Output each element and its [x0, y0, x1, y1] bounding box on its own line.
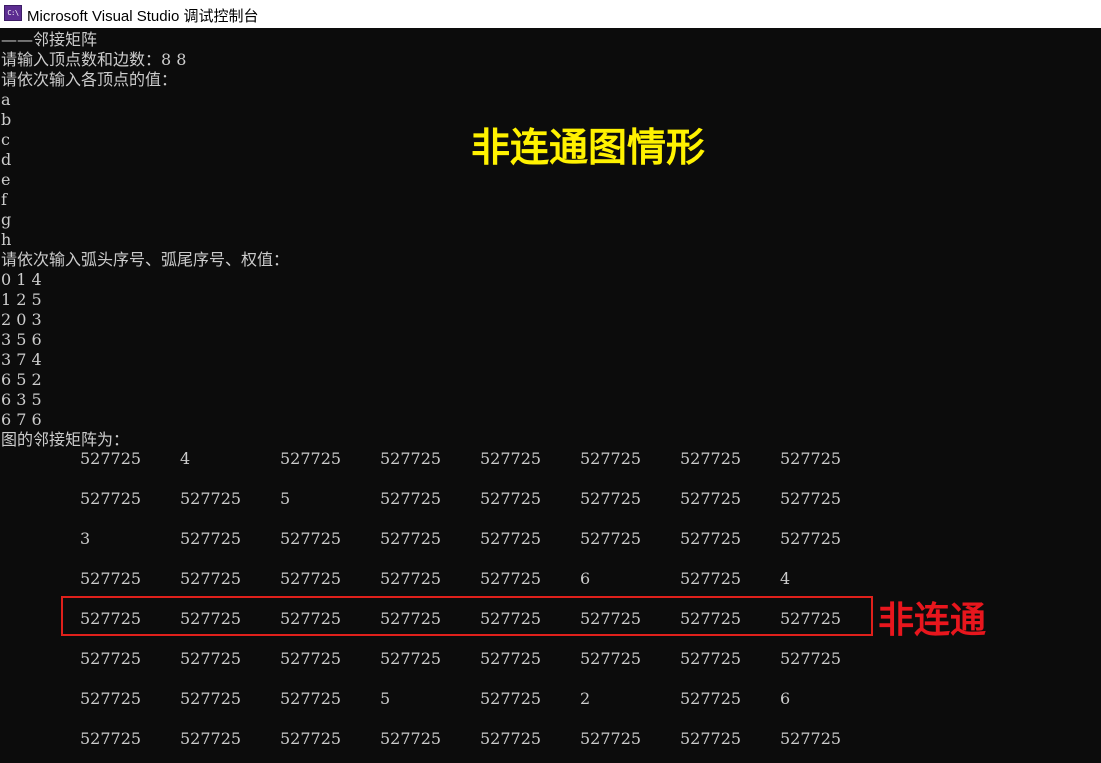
console-line: g	[1, 210, 12, 229]
matrix-cell: 6	[580, 569, 591, 588]
matrix-cell: 527725	[80, 609, 142, 628]
matrix-cell: 527725	[480, 649, 542, 668]
matrix-cell: 527725	[780, 729, 842, 748]
console-line: 请依次输入各顶点的值：	[1, 70, 178, 89]
matrix-cell: 527725	[180, 609, 242, 628]
matrix-cell: 527725	[280, 569, 342, 588]
matrix-cell: 527725	[80, 689, 142, 708]
title-bar: C:\ Microsoft Visual Studio 调试控制台	[0, 0, 1101, 28]
console-line: 3 7 4	[1, 350, 42, 369]
matrix-cell: 527725	[180, 689, 242, 708]
matrix-cell: 527725	[380, 489, 442, 508]
matrix-cell: 527725	[380, 569, 442, 588]
console-line: e	[1, 170, 11, 189]
matrix-cell: 527725	[180, 649, 242, 668]
annotation-heading: 非连通图情形	[471, 126, 706, 171]
console-line: 3 5 6	[1, 330, 42, 349]
matrix-cell: 527725	[480, 489, 542, 508]
matrix-cell: 527725	[180, 529, 242, 548]
matrix-cell: 527725	[180, 729, 242, 748]
matrix-cell: 527725	[280, 689, 342, 708]
console-line: 0 1 4	[1, 270, 42, 289]
matrix-cell: 4	[180, 449, 191, 468]
matrix-cell: 527725	[680, 529, 742, 548]
matrix-cell: 527725	[480, 609, 542, 628]
matrix-cell: 527725	[580, 529, 642, 548]
matrix-cell: 527725	[580, 489, 642, 508]
matrix-cell: 527725	[280, 649, 342, 668]
console-line: 1 2 5	[1, 290, 42, 309]
matrix-cell: 5	[280, 489, 291, 508]
matrix-cell: 527725	[380, 449, 442, 468]
matrix-cell: 5	[380, 689, 391, 708]
matrix-cell: 527725	[480, 529, 542, 548]
matrix-cell: 527725	[380, 529, 442, 548]
matrix-cell: 527725	[480, 449, 542, 468]
matrix-cell: 527725	[680, 729, 742, 748]
matrix-cell: 527725	[680, 449, 742, 468]
matrix-cell: 527725	[680, 689, 742, 708]
matrix-cell: 527725	[380, 609, 442, 628]
console-line: 请输入顶点数和边数：8 8	[1, 50, 187, 69]
console-line: f	[1, 190, 7, 209]
matrix-cell: 2	[580, 689, 591, 708]
console-line: h	[1, 230, 12, 249]
console-line: c	[1, 130, 10, 149]
matrix-cell: 4	[780, 569, 791, 588]
matrix-cell: 527725	[780, 609, 842, 628]
matrix-cell: 527725	[680, 489, 742, 508]
annotation-row-note: 非连通	[878, 600, 987, 641]
matrix-cell: 527725	[480, 729, 542, 748]
matrix-cell: 527725	[680, 649, 742, 668]
console-line: b	[1, 110, 12, 129]
matrix-cell: 527725	[580, 729, 642, 748]
matrix-cell: 527725	[80, 649, 142, 668]
console-line: 请依次输入弧头序号、弧尾序号、权值：	[1, 250, 290, 269]
console-line: 图的邻接矩阵为：	[1, 430, 130, 449]
console-line: 6 5 2	[1, 370, 42, 389]
console-line: d	[1, 150, 12, 169]
matrix-cell: 527725	[780, 649, 842, 668]
matrix-cell: 527725	[80, 729, 142, 748]
matrix-cell: 527725	[280, 449, 342, 468]
console-line: a	[1, 90, 11, 109]
matrix-cell: 527725	[280, 729, 342, 748]
matrix-cell: 527725	[480, 569, 542, 588]
matrix-cell: 527725	[80, 489, 142, 508]
matrix-cell: 527725	[580, 609, 642, 628]
matrix-cell: 527725	[780, 529, 842, 548]
console-line: 2 0 3	[1, 310, 42, 329]
matrix-cell: 527725	[780, 489, 842, 508]
window-title: Microsoft Visual Studio 调试控制台	[27, 8, 259, 25]
visual-studio-console-icon: C:\	[4, 5, 22, 21]
matrix-cell: 527725	[380, 729, 442, 748]
matrix-cell: 527725	[680, 569, 742, 588]
matrix-cell: 527725	[180, 569, 242, 588]
matrix-cell: 527725	[580, 449, 642, 468]
matrix-cell: 527725	[80, 449, 142, 468]
console-output[interactable]: 非连通图情形 非连通 ——邻接矩阵 请输入顶点数和边数：8 8 请依次输入各顶点的值…	[0, 28, 1101, 763]
matrix-cell: 527725	[580, 649, 642, 668]
matrix-cell: 527725	[480, 689, 542, 708]
matrix-cell: 6	[780, 689, 791, 708]
matrix-cell: 527725	[380, 649, 442, 668]
matrix-cell: 527725	[180, 489, 242, 508]
console-line: 6 7 6	[1, 410, 42, 429]
matrix-cell: 3	[80, 529, 91, 548]
matrix-cell: 527725	[280, 609, 342, 628]
matrix-cell: 527725	[680, 609, 742, 628]
matrix-cell: 527725	[80, 569, 142, 588]
matrix-cell: 527725	[280, 529, 342, 548]
matrix-cell: 527725	[780, 449, 842, 468]
console-line: 6 3 5	[1, 390, 42, 409]
console-line: ——邻接矩阵	[1, 30, 98, 49]
